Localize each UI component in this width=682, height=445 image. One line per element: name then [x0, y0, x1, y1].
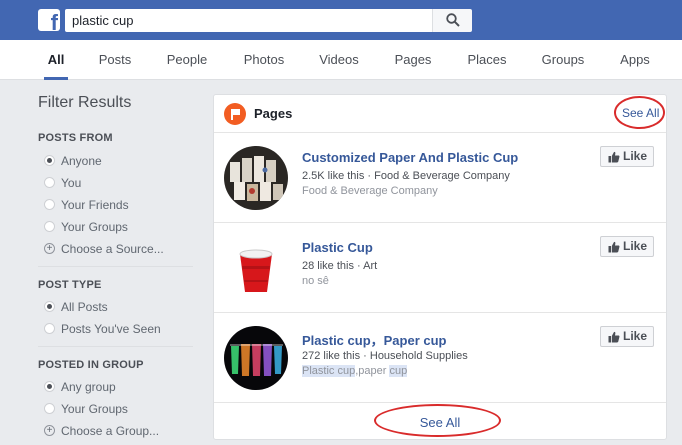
page-subline: Food & Beverage Company: [302, 185, 438, 197]
page-result-row[interactable]: Plastic cup，Paper cup 272 like this · Ho…: [214, 313, 666, 403]
page-like-count: 272 like this: [302, 350, 361, 362]
card-header: Pages See All: [214, 95, 666, 133]
filter-option-label: Posts You've Seen: [61, 322, 161, 336]
page-result-row[interactable]: Customized Paper And Plastic Cup 2.5K li…: [214, 133, 666, 223]
like-button[interactable]: Like: [600, 146, 654, 167]
search-tabs: All Posts People Photos Videos Pages Pla…: [0, 40, 682, 80]
posts-from-heading: POSTS FROM: [38, 132, 113, 144]
page-meta: 28 like this · Art: [302, 260, 378, 272]
radio-icon: [44, 199, 55, 210]
filter-option-label: All Posts: [61, 300, 108, 314]
search-button[interactable]: [432, 9, 472, 32]
tab-photos[interactable]: Photos: [242, 40, 286, 80]
like-label: Like: [623, 149, 648, 163]
radio-selected-icon: [44, 155, 55, 166]
tab-apps[interactable]: Apps: [619, 40, 651, 80]
page-category: Food & Beverage Company: [374, 170, 510, 182]
page-subline: Plastic cup,paper cup: [302, 365, 408, 377]
thumbs-up-icon: [608, 241, 620, 253]
tab-videos[interactable]: Videos: [318, 40, 360, 80]
divider: [38, 346, 193, 347]
plus-icon: +: [44, 243, 55, 254]
thumbs-up-icon: [608, 151, 620, 163]
page-name-link[interactable]: Plastic cup，Paper cup: [302, 330, 447, 349]
radio-icon: [44, 221, 55, 232]
filter-option-label: Your Groups: [61, 220, 128, 234]
like-button[interactable]: Like: [600, 326, 654, 347]
annotation-circle: [614, 96, 665, 129]
tab-all[interactable]: All: [44, 40, 68, 80]
tab-people[interactable]: People: [165, 40, 209, 80]
page-meta: 272 like this · Household Supplies: [302, 350, 468, 362]
radio-selected-icon: [44, 301, 55, 312]
radio-selected-icon: [44, 381, 55, 392]
posted-in-group-heading: POSTED IN GROUP: [38, 359, 144, 371]
divider: [38, 266, 193, 267]
tab-posts[interactable]: Posts: [97, 40, 133, 80]
tab-places[interactable]: Places: [466, 40, 508, 80]
filter-results-title: Filter Results: [38, 94, 132, 111]
search-input[interactable]: plastic cup: [65, 9, 432, 32]
page-category: Household Supplies: [369, 350, 468, 362]
page-name-link[interactable]: Plastic Cup: [302, 240, 373, 255]
filter-option-label: You: [61, 176, 82, 190]
page-thumbnail[interactable]: [224, 326, 288, 390]
highlighted-term: cup: [389, 365, 408, 377]
annotation-circle: [374, 404, 501, 437]
radio-icon: [44, 177, 55, 188]
post-type-heading: POST TYPE: [38, 279, 102, 291]
card-footer: See All: [214, 403, 666, 439]
plus-icon: +: [44, 425, 55, 436]
page-like-count: 2.5K like this: [302, 170, 365, 182]
top-bar: f plastic cup: [0, 0, 682, 40]
filter-option-label: Your Groups: [61, 402, 128, 416]
filter-option-label: Choose a Group...: [61, 424, 160, 438]
pages-results-card: Pages See All Customized Paper And Plast…: [213, 94, 667, 440]
page-thumbnail[interactable]: [224, 146, 288, 210]
page-subline: no sê: [302, 275, 329, 287]
filter-option-label: Choose a Source...: [61, 242, 164, 256]
page-meta: 2.5K like this · Food & Beverage Company: [302, 170, 510, 182]
radio-icon: [44, 323, 55, 334]
page-like-count: 28 like this: [302, 260, 354, 272]
page-category: Art: [363, 260, 378, 272]
highlighted-term: Plastic cup: [302, 365, 356, 377]
facebook-logo-icon[interactable]: f: [38, 9, 60, 31]
page-thumbnail[interactable]: [224, 236, 288, 300]
filter-option-label: Any group: [61, 380, 116, 394]
pages-flag-icon: [224, 103, 246, 125]
like-label: Like: [623, 239, 648, 253]
page-result-row[interactable]: Plastic Cup 28 like this · Art no sê Lik…: [214, 223, 666, 313]
radio-icon: [44, 403, 55, 414]
like-button[interactable]: Like: [600, 236, 654, 257]
search-icon: [446, 13, 460, 27]
card-title: Pages: [254, 106, 293, 121]
filter-option-label: Anyone: [61, 154, 102, 168]
page-name-link[interactable]: Customized Paper And Plastic Cup: [302, 150, 518, 165]
subline-text: ,paper: [355, 365, 390, 377]
like-label: Like: [623, 329, 648, 343]
tab-pages[interactable]: Pages: [393, 40, 433, 80]
thumbs-up-icon: [608, 331, 620, 343]
tab-groups[interactable]: Groups: [540, 40, 586, 80]
filter-option-label: Your Friends: [61, 198, 129, 212]
